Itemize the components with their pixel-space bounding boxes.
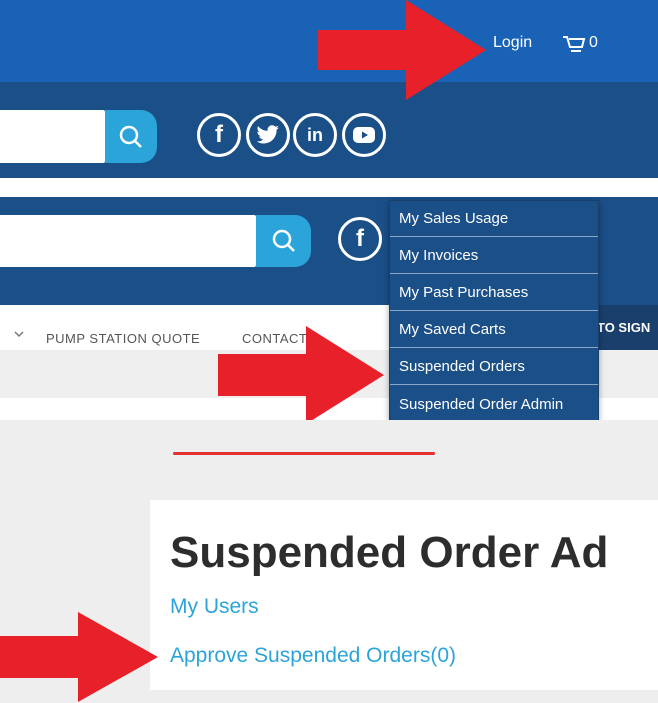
- search-button[interactable]: [105, 110, 157, 163]
- search-icon: [119, 125, 142, 148]
- menu-item-suspended-orders[interactable]: Suspended Orders: [390, 349, 598, 385]
- red-arrow-3: [0, 612, 158, 702]
- cart-icon[interactable]: [562, 34, 586, 54]
- youtube-icon[interactable]: [342, 113, 386, 157]
- menu-item-suspended-order-admin[interactable]: Suspended Order Admin: [390, 386, 598, 422]
- linkedin-icon[interactable]: in: [293, 113, 337, 157]
- login-link[interactable]: Login: [493, 34, 532, 52]
- search-input-2[interactable]: [0, 215, 256, 267]
- menu-item-my-saved-carts[interactable]: My Saved Carts: [390, 312, 598, 348]
- chevron-down-icon[interactable]: [14, 330, 24, 338]
- cart-count: 0: [589, 34, 598, 51]
- search-button-2[interactable]: [256, 215, 311, 267]
- search-input[interactable]: [0, 110, 105, 163]
- menu-item-my-past-purchases[interactable]: My Past Purchases: [390, 275, 598, 311]
- sign-in-button[interactable]: TO SIGN: [596, 305, 658, 350]
- menu-item-my-invoices[interactable]: My Invoices: [390, 238, 598, 274]
- red-arrow-1: [318, 0, 486, 100]
- page-title: Suspended Order Ad: [170, 528, 609, 577]
- twitter-icon[interactable]: [246, 113, 290, 157]
- search-icon: [272, 229, 295, 252]
- sign-in-label: TO SIGN: [597, 320, 651, 335]
- accent-divider: [173, 452, 435, 455]
- red-arrow-2: [218, 326, 384, 424]
- facebook-icon[interactable]: f: [338, 217, 382, 261]
- my-users-link[interactable]: My Users: [170, 595, 259, 619]
- menu-item-my-sales-usage[interactable]: My Sales Usage: [390, 201, 598, 237]
- account-dropdown-menu: My Sales Usage My Invoices My Past Purch…: [389, 200, 599, 422]
- facebook-icon[interactable]: f: [197, 113, 241, 157]
- approve-suspended-orders-link[interactable]: Approve Suspended Orders(0): [170, 644, 456, 668]
- menu-pump-station-quote[interactable]: PUMP STATION QUOTE: [46, 331, 200, 346]
